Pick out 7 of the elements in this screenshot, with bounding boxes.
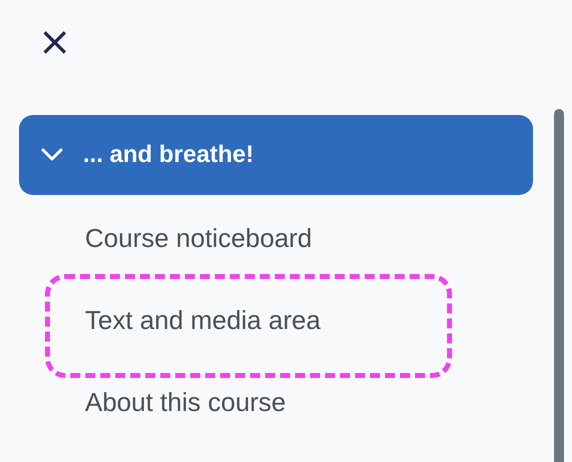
- close-button[interactable]: ×: [34, 22, 76, 62]
- section-header[interactable]: ... and breathe!: [19, 115, 533, 195]
- scrollbar[interactable]: [554, 109, 564, 462]
- nav-link[interactable]: About this course: [85, 361, 286, 443]
- chevron-icon: [41, 148, 63, 162]
- nav-link[interactable]: Course noticeboard: [85, 197, 312, 279]
- nav-link[interactable]: Text and media area: [85, 279, 321, 361]
